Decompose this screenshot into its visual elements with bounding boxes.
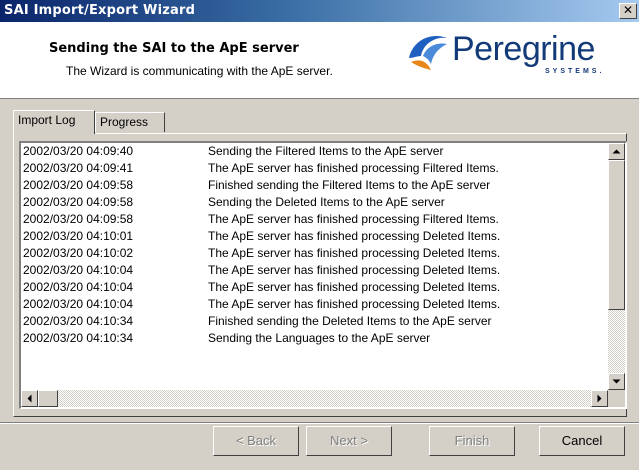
log-message: Finished sending the Deleted Items to th…	[208, 314, 492, 328]
log-message: Sending the Languages to the ApE server	[208, 331, 431, 345]
log-message: The ApE server has finished processing F…	[208, 212, 499, 226]
horizontal-scrollbar[interactable]	[21, 390, 608, 407]
arrow-up-icon	[612, 149, 621, 154]
back-button[interactable]: < Back	[213, 426, 299, 456]
log-timestamp: 2002/03/20 04:10:34	[23, 331, 134, 345]
close-button[interactable]: ✕	[619, 3, 637, 19]
header-title: Sending the SAI to the ApE server	[49, 41, 299, 56]
cancel-button[interactable]: Cancel	[539, 426, 625, 456]
log-timestamp: 2002/03/20 04:09:40	[23, 144, 134, 158]
log-message: The ApE server has finished processing F…	[208, 161, 499, 175]
vertical-scroll-thumb[interactable]	[608, 160, 625, 310]
log-timestamp: 2002/03/20 04:10:04	[23, 263, 134, 277]
log-timestamp: 2002/03/20 04:09:41	[23, 161, 134, 175]
log-message: The ApE server has finished processing D…	[208, 297, 501, 311]
footer-separator	[0, 422, 639, 424]
scroll-down-button[interactable]	[608, 373, 625, 390]
tab-import-log[interactable]: Import Log	[13, 110, 95, 134]
finish-button[interactable]: Finish	[429, 426, 515, 456]
log-message: The ApE server has finished processing D…	[208, 229, 501, 243]
scroll-left-button[interactable]	[21, 390, 38, 407]
header-subtitle: The Wizard is communicating with the ApE…	[66, 64, 333, 78]
arrow-left-icon	[27, 394, 32, 403]
log-timestamp: 2002/03/20 04:10:04	[23, 280, 134, 294]
horizontal-scroll-thumb[interactable]	[38, 390, 58, 407]
title-bar[interactable]: SAI Import/Export Wizard ✕	[0, 0, 639, 22]
log-message: Finished sending the Filtered Items to t…	[208, 178, 491, 192]
log-timestamp: 2002/03/20 04:10:02	[23, 246, 134, 260]
log-timestamp: 2002/03/20 04:10:34	[23, 314, 134, 328]
window-title: SAI Import/Export Wizard	[4, 3, 196, 18]
peregrine-logo: Peregrine SYSTEMS.	[405, 28, 635, 80]
scroll-up-button[interactable]	[608, 143, 625, 160]
log-message: Sending the Filtered Items to the ApE se…	[208, 144, 444, 158]
log-rows: 2002/03/20 04:09:40 Sending the Filtered…	[21, 143, 608, 390]
peregrine-swoosh-icon	[409, 36, 447, 70]
logo-subtext: SYSTEMS.	[545, 68, 605, 75]
vertical-scrollbar[interactable]	[608, 143, 625, 390]
log-message: The ApE server has finished processing D…	[208, 246, 501, 260]
import-log-list[interactable]: 2002/03/20 04:09:40 Sending the Filtered…	[19, 141, 627, 409]
log-message: Sending the Deleted Items to the ApE ser…	[208, 195, 445, 209]
tab-progress[interactable]: Progress	[95, 112, 165, 132]
log-timestamp: 2002/03/20 04:10:04	[23, 297, 134, 311]
log-timestamp: 2002/03/20 04:09:58	[23, 212, 134, 226]
log-message: The ApE server has finished processing D…	[208, 263, 501, 277]
log-timestamp: 2002/03/20 04:09:58	[23, 178, 134, 192]
log-message: The ApE server has finished processing D…	[208, 280, 501, 294]
scrollbar-corner	[608, 390, 625, 407]
scroll-right-button[interactable]	[591, 390, 608, 407]
log-timestamp: 2002/03/20 04:09:58	[23, 195, 134, 209]
log-timestamp: 2002/03/20 04:10:01	[23, 229, 134, 243]
next-button[interactable]: Next >	[306, 426, 392, 456]
logo-wordmark: Peregrine	[452, 30, 595, 68]
arrow-right-icon	[597, 394, 602, 403]
arrow-down-icon	[612, 379, 621, 384]
